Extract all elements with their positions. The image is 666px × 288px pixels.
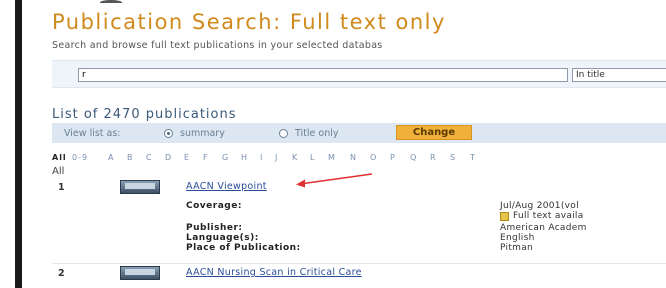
language-label: Language(s): — [186, 233, 259, 243]
summary-radio[interactable] — [164, 129, 173, 138]
alpha-all-link[interactable]: All — [52, 153, 67, 162]
summary-radio-label[interactable]: summary — [180, 128, 225, 139]
title-only-radio-label[interactable]: Title only — [295, 128, 338, 139]
publication-thumbnail[interactable] — [120, 180, 160, 194]
alpha-j-link[interactable]: J — [275, 153, 278, 162]
publication-title-link[interactable]: AACN Viewpoint — [186, 181, 267, 192]
page-title: Publication Search: Full text only — [52, 10, 446, 34]
row-divider — [52, 263, 666, 264]
result-number: 2 — [58, 268, 65, 279]
section-label: All — [52, 166, 65, 177]
alpha-o-link[interactable]: O — [370, 153, 377, 162]
change-button[interactable]: Change — [396, 125, 472, 140]
alpha-h-link[interactable]: H — [241, 153, 248, 162]
search-panel: In title — [52, 60, 666, 88]
search-field-select[interactable]: In title — [572, 68, 666, 82]
page-subtitle: Search and browse full text publications… — [52, 40, 383, 51]
language-value: English — [500, 233, 535, 243]
view-options-bar: View list as: summary Title only Change — [52, 123, 666, 143]
alpha-g-link[interactable]: G — [222, 153, 229, 162]
view-as-label: View list as: — [64, 128, 121, 139]
publisher-label: Publisher: — [186, 223, 243, 233]
logo-swoosh-icon — [100, 0, 122, 5]
alpha-t-link[interactable]: T — [470, 153, 476, 162]
alpha-b-link[interactable]: B — [127, 153, 134, 162]
list-title: List of 2470 publications — [52, 107, 237, 122]
result-number: 1 — [58, 182, 65, 193]
publication-title-link[interactable]: AACN Nursing Scan in Critical Care — [186, 267, 362, 278]
place-of-publication-label: Place of Publication: — [186, 243, 301, 253]
left-rule — [15, 0, 22, 288]
alpha-a-link[interactable]: A — [108, 153, 114, 162]
coverage-label: Coverage: — [186, 201, 242, 211]
alpha-m-link[interactable]: M — [328, 153, 336, 162]
alpha-p-link[interactable]: P — [390, 153, 396, 162]
place-of-publication-value: Pitman — [500, 243, 534, 253]
title-only-radio[interactable] — [279, 129, 288, 138]
publication-thumbnail[interactable] — [120, 266, 160, 280]
alpha-0-9-link[interactable]: 0-9 — [72, 153, 88, 162]
alphabet-nav: All 0-9 A B C D E F G H I J K L M N O P … — [52, 153, 666, 165]
alpha-r-link[interactable]: R — [430, 153, 437, 162]
alpha-i-link[interactable]: I — [260, 153, 263, 162]
search-input[interactable] — [78, 68, 568, 82]
alpha-l-link[interactable]: L — [310, 153, 315, 162]
alpha-k-link[interactable]: K — [292, 153, 298, 162]
alpha-q-link[interactable]: Q — [410, 153, 417, 162]
left-border — [0, 0, 26, 288]
alpha-c-link[interactable]: C — [146, 153, 153, 162]
alpha-d-link[interactable]: D — [165, 153, 172, 162]
full-text-icon — [500, 212, 509, 221]
publisher-value: American Academ — [500, 223, 587, 233]
alpha-f-link[interactable]: F — [203, 153, 209, 162]
full-text-availability[interactable]: Full text availa — [513, 211, 584, 221]
alpha-n-link[interactable]: N — [350, 153, 357, 162]
coverage-value: Jul/Aug 2001(vol — [500, 201, 579, 211]
alpha-e-link[interactable]: E — [184, 153, 190, 162]
alpha-s-link[interactable]: S — [450, 153, 456, 162]
